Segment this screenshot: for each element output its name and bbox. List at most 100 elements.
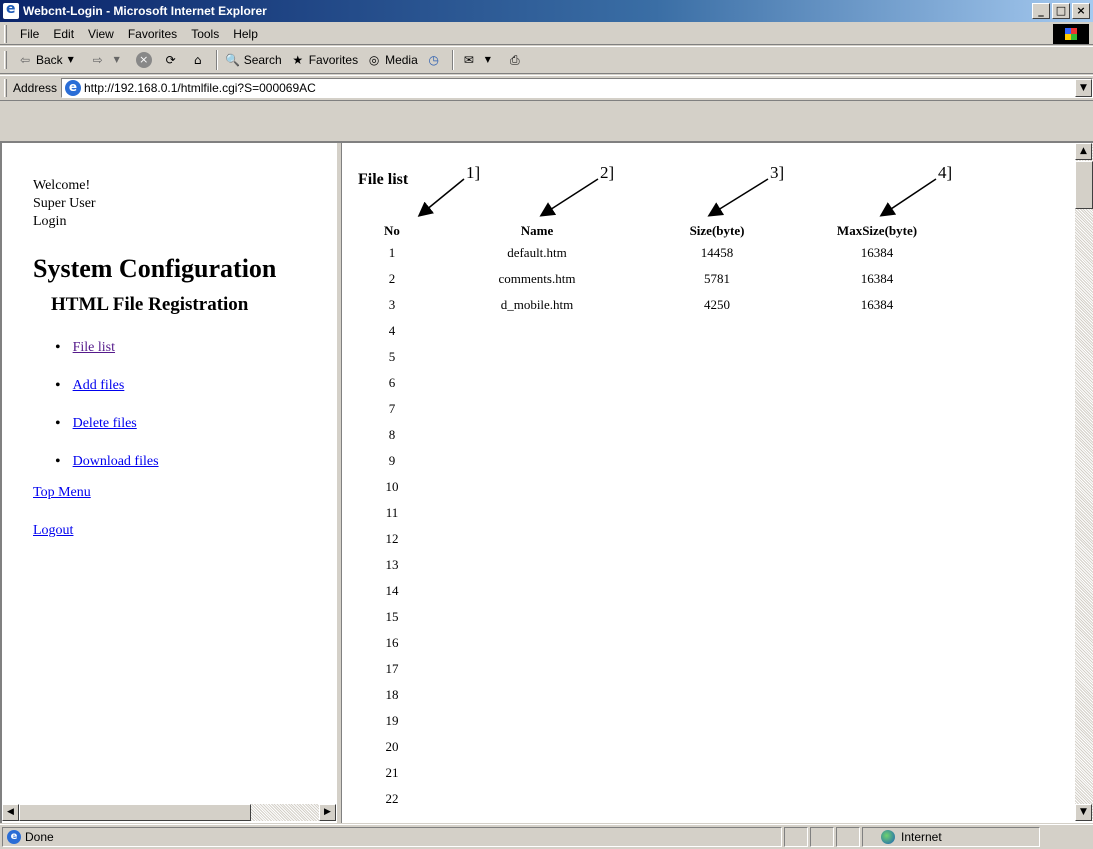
file-list-link[interactable]: File list bbox=[73, 340, 115, 356]
cell-maxsize: 16384 bbox=[860, 271, 894, 286]
column-header-name: Name bbox=[520, 223, 554, 238]
cell-no: 9 bbox=[388, 453, 396, 468]
cell-no: 10 bbox=[385, 479, 399, 494]
cell-no: 13 bbox=[385, 557, 399, 572]
search-label: Search bbox=[243, 53, 282, 67]
bottom-links: Top Menu Logout bbox=[33, 485, 91, 561]
favorites-button[interactable]: ★ Favorites bbox=[286, 49, 362, 71]
stop-button[interactable]: × bbox=[132, 49, 159, 71]
scroll-left-button[interactable]: ◀ bbox=[2, 804, 19, 821]
address-input[interactable]: e http://192.168.0.1/htmlfile.cgi?S=0000… bbox=[61, 78, 1093, 98]
add-files-link[interactable]: Add files bbox=[73, 378, 125, 394]
printer-icon: ⎙ bbox=[509, 53, 520, 67]
callout-arrow-4 bbox=[879, 178, 937, 217]
vertical-scrollbar[interactable]: ▲ ▼ bbox=[1075, 143, 1093, 821]
history-button[interactable]: ◷ bbox=[422, 49, 449, 71]
table-row: 20 bbox=[342, 739, 1075, 765]
table-row: 3 d_mobile.htm 4250 16384 bbox=[342, 297, 1075, 323]
ie-app-icon[interactable] bbox=[3, 1, 19, 19]
cell-name: d_mobile.htm bbox=[500, 297, 574, 312]
cell-no: 3 bbox=[388, 297, 396, 312]
callout-label-3: 3] bbox=[770, 163, 785, 182]
page-icon: e bbox=[65, 80, 81, 96]
menu-help[interactable]: Help bbox=[226, 27, 265, 41]
cell-maxsize: 16384 bbox=[860, 245, 894, 260]
search-button[interactable]: 🔍 Search bbox=[221, 49, 286, 71]
nav-item-file-list: File list bbox=[55, 329, 159, 367]
table-row: 2 comments.htm 5781 16384 bbox=[342, 271, 1075, 297]
table-row: 16 bbox=[342, 635, 1075, 661]
callout-label-2: 2] bbox=[600, 163, 615, 182]
address-url[interactable]: http://192.168.0.1/htmlfile.cgi?S=000069… bbox=[84, 81, 316, 95]
address-dropdown-icon[interactable]: ▼ bbox=[1075, 79, 1092, 97]
status-panel bbox=[810, 827, 834, 847]
menu-tools[interactable]: Tools bbox=[184, 27, 226, 41]
delete-files-link[interactable]: Delete files bbox=[73, 416, 137, 432]
media-button[interactable]: ◎ Media bbox=[362, 49, 422, 71]
cell-no: 8 bbox=[388, 427, 396, 442]
callout-label-4: 4] bbox=[938, 163, 953, 182]
download-files-link[interactable]: Download files bbox=[73, 454, 159, 470]
table-row: 17 bbox=[342, 661, 1075, 687]
print-button[interactable]: ⎙ bbox=[503, 49, 530, 71]
nav-item-add-files: Add files bbox=[55, 367, 159, 405]
standard-toolbar: ⇦ Back ▼ ⇨ ▼ × ⟳ ⌂ 🔍 Search ★ Favorites … bbox=[0, 46, 1093, 74]
section-heading: HTML File Registration bbox=[51, 294, 249, 315]
scroll-up-button[interactable]: ▲ bbox=[1075, 143, 1092, 160]
cell-no: 21 bbox=[385, 765, 399, 780]
page-heading: System Configuration bbox=[33, 254, 277, 283]
menu-edit[interactable]: Edit bbox=[46, 27, 81, 41]
top-menu-link[interactable]: Top Menu bbox=[33, 485, 91, 500]
column-header-maxsize: MaxSize(byte) bbox=[836, 223, 918, 238]
back-button[interactable]: ⇦ Back ▼ bbox=[13, 49, 86, 71]
callout-arrow-2 bbox=[539, 178, 599, 217]
nav-item-delete-files: Delete files bbox=[55, 405, 159, 443]
address-grip[interactable] bbox=[4, 79, 7, 97]
horizontal-scroll-thumb[interactable] bbox=[19, 804, 251, 821]
close-button[interactable]: × bbox=[1072, 3, 1090, 19]
table-row: 7 bbox=[342, 401, 1075, 427]
zone-text: Internet bbox=[901, 830, 942, 844]
vertical-scroll-thumb[interactable] bbox=[1075, 161, 1093, 209]
maximize-button[interactable]: □ bbox=[1052, 3, 1070, 19]
back-dropdown-icon[interactable]: ▼ bbox=[63, 52, 79, 68]
refresh-button[interactable]: ⟳ bbox=[159, 49, 186, 71]
address-label: Address bbox=[12, 81, 57, 95]
history-icon: ◷ bbox=[428, 53, 439, 67]
table-row: 21 bbox=[342, 765, 1075, 791]
forward-dropdown-icon[interactable]: ▼ bbox=[109, 52, 125, 68]
scroll-down-button[interactable]: ▼ bbox=[1075, 804, 1092, 821]
table-row: 19 bbox=[342, 713, 1075, 739]
logout-link[interactable]: Logout bbox=[33, 523, 73, 538]
mail-dropdown-icon[interactable]: ▼ bbox=[480, 52, 496, 68]
home-button[interactable]: ⌂ bbox=[186, 49, 213, 71]
done-page-icon: e bbox=[7, 830, 21, 844]
cell-no: 4 bbox=[388, 323, 396, 338]
menu-grip[interactable] bbox=[4, 24, 7, 43]
callout-arrow-1 bbox=[417, 178, 465, 217]
cell-no: 12 bbox=[385, 531, 399, 546]
search-icon: 🔍 bbox=[225, 53, 241, 67]
table-row: 5 bbox=[342, 349, 1075, 375]
cell-no: 18 bbox=[385, 687, 399, 702]
horizontal-scrollbar[interactable]: ◀ ▶ bbox=[2, 804, 336, 821]
scroll-right-button[interactable]: ▶ bbox=[319, 804, 336, 821]
toolbar-separator bbox=[451, 50, 454, 70]
menu-file[interactable]: File bbox=[13, 27, 46, 41]
cell-no: 19 bbox=[385, 713, 399, 728]
cell-name: default.htm bbox=[507, 245, 567, 260]
cell-size: 4250 bbox=[704, 297, 730, 312]
table-row: 1 default.htm 14458 16384 bbox=[342, 245, 1075, 271]
file-list-frame: File list 1] 2] 3] 4] No Name Size(byte)… bbox=[342, 143, 1075, 821]
menu-view[interactable]: View bbox=[81, 27, 121, 41]
cell-maxsize: 16384 bbox=[860, 297, 894, 312]
menu-favorites[interactable]: Favorites bbox=[121, 27, 184, 41]
windows-logo-icon bbox=[1053, 24, 1089, 44]
nav-item-download-files: Download files bbox=[55, 443, 159, 481]
mail-button[interactable]: ✉ ▼ bbox=[457, 49, 503, 71]
forward-button[interactable]: ⇨ ▼ bbox=[86, 49, 132, 71]
internet-globe-icon bbox=[881, 830, 895, 844]
minimize-button[interactable]: _ bbox=[1032, 3, 1050, 19]
toolbar-grip[interactable] bbox=[4, 51, 7, 69]
status-panel bbox=[836, 827, 860, 847]
